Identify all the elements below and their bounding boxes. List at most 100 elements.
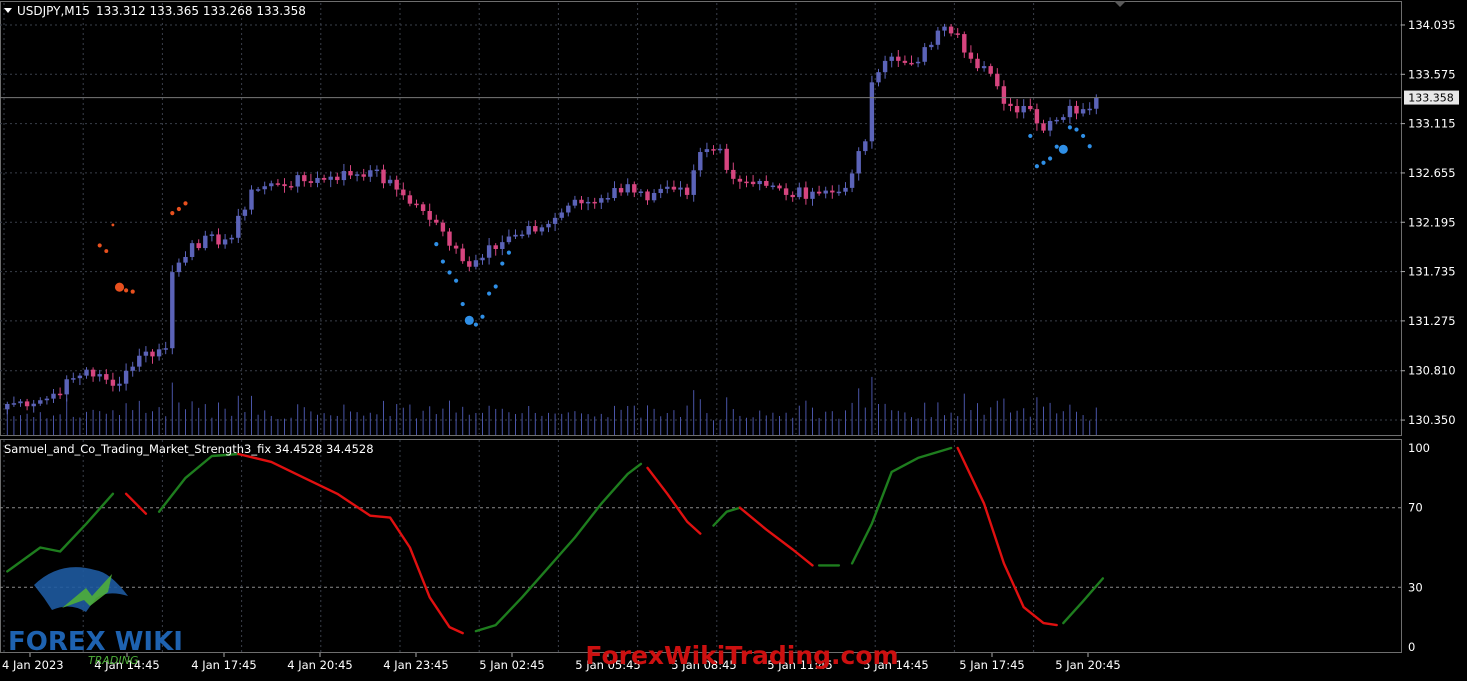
candle-body bbox=[282, 184, 287, 187]
chart-canvas[interactable]: 133.358 134.035 133.575 133.115 132.655 132.… bbox=[0, 0, 1467, 677]
price-tick-label: 132.195 bbox=[1408, 215, 1456, 229]
candle-body bbox=[420, 204, 426, 211]
buy-dot bbox=[1054, 144, 1059, 149]
sell-dot bbox=[97, 243, 102, 248]
buy-dot bbox=[460, 301, 465, 307]
candle-body bbox=[77, 375, 83, 379]
candle-body bbox=[882, 60, 888, 73]
candle-body bbox=[519, 234, 525, 237]
candle-body bbox=[295, 175, 300, 187]
buy-dot bbox=[434, 242, 439, 247]
candle-body bbox=[302, 175, 307, 182]
symbol-label: USDJPY,M15 bbox=[17, 4, 90, 18]
candle-body bbox=[196, 243, 201, 249]
candle-body bbox=[150, 351, 155, 357]
price-tick-label: 132.655 bbox=[1408, 166, 1456, 180]
candle-body bbox=[275, 183, 281, 185]
candle-body bbox=[51, 393, 56, 399]
candle-body bbox=[658, 188, 663, 193]
candle-body bbox=[599, 198, 604, 203]
candle-body bbox=[552, 217, 558, 224]
buy-dot bbox=[454, 278, 459, 283]
candle-body bbox=[24, 401, 30, 407]
candle-body bbox=[645, 191, 650, 201]
candle-body bbox=[810, 191, 815, 199]
candle-body bbox=[130, 366, 135, 371]
current-price-label: 133.358 bbox=[1408, 92, 1454, 105]
candle-body bbox=[1067, 105, 1073, 118]
candle-body bbox=[770, 185, 776, 188]
sell-dot bbox=[104, 249, 109, 254]
candle-body bbox=[968, 52, 974, 59]
candle-body bbox=[170, 272, 175, 349]
buy-dot bbox=[1074, 127, 1079, 132]
buy-dot bbox=[1081, 133, 1086, 139]
candle-body bbox=[665, 186, 670, 189]
price-axis: 134.035 133.575 133.115 132.655 132.195 131.7… bbox=[1401, 18, 1456, 427]
candle-body bbox=[896, 56, 901, 61]
candle-body bbox=[368, 170, 373, 177]
candle-body bbox=[467, 261, 472, 267]
candle-body bbox=[84, 369, 89, 376]
buy-dot bbox=[1058, 144, 1068, 154]
candle-body bbox=[183, 256, 188, 263]
candle-body bbox=[123, 370, 129, 384]
candle-body bbox=[407, 195, 413, 204]
chart-background bbox=[0, 0, 1467, 677]
candle-body bbox=[731, 169, 736, 179]
price-tick-label: 133.115 bbox=[1408, 117, 1456, 131]
sell-dot bbox=[176, 206, 181, 212]
candle-body bbox=[163, 348, 168, 350]
candle-body bbox=[876, 72, 881, 83]
buy-dot bbox=[464, 315, 474, 325]
candle-body bbox=[71, 378, 76, 380]
candle-body bbox=[486, 245, 492, 258]
candle-body bbox=[249, 189, 254, 210]
candle-body bbox=[757, 180, 762, 185]
candle-body bbox=[110, 379, 116, 386]
time-tick-label: 4 Jan 20:45 bbox=[287, 658, 353, 672]
candle-body bbox=[5, 403, 10, 410]
candle-body bbox=[117, 383, 122, 386]
candle-body bbox=[143, 351, 149, 356]
candle-body bbox=[929, 44, 934, 48]
candle-body bbox=[717, 148, 723, 151]
candle-body bbox=[434, 219, 439, 223]
candle-body bbox=[11, 403, 17, 405]
candle-body bbox=[935, 30, 941, 45]
ohlc-label: 133.312 133.365 133.268 133.358 bbox=[96, 4, 306, 18]
candle-body bbox=[744, 181, 749, 184]
candle-body bbox=[315, 177, 320, 183]
indicator-tick-label: 100 bbox=[1408, 441, 1430, 455]
candle-body bbox=[1054, 119, 1059, 122]
candle-body bbox=[816, 191, 822, 194]
sell-dot bbox=[114, 282, 125, 292]
candle-body bbox=[750, 181, 756, 185]
sell-dot bbox=[130, 289, 135, 294]
buy-dot bbox=[487, 291, 492, 296]
candle-body bbox=[981, 66, 987, 69]
candle-body bbox=[57, 393, 63, 396]
candle-body bbox=[203, 235, 208, 249]
candle-body bbox=[493, 245, 498, 249]
chart-window[interactable]: 133.358 134.035 133.575 133.115 132.655 132.… bbox=[0, 0, 1467, 677]
candle-body bbox=[288, 186, 294, 188]
candle-body bbox=[500, 242, 505, 249]
candle-body bbox=[566, 205, 571, 213]
candle-body bbox=[242, 209, 248, 216]
candle-body bbox=[137, 355, 142, 367]
candle-body bbox=[612, 188, 617, 199]
candle-body bbox=[836, 191, 842, 194]
site-watermark: ForexWikiTrading.com bbox=[585, 641, 898, 670]
candle-body bbox=[156, 349, 162, 357]
candle-body bbox=[97, 374, 102, 377]
candle-body bbox=[975, 58, 980, 69]
candle-body bbox=[942, 26, 947, 31]
buy-dot bbox=[500, 261, 505, 266]
candle-body bbox=[328, 176, 333, 180]
candle-body bbox=[902, 60, 908, 63]
candle-body bbox=[684, 187, 690, 195]
candle-body bbox=[513, 234, 518, 237]
candle-body bbox=[90, 369, 96, 377]
candle-body bbox=[222, 239, 228, 245]
